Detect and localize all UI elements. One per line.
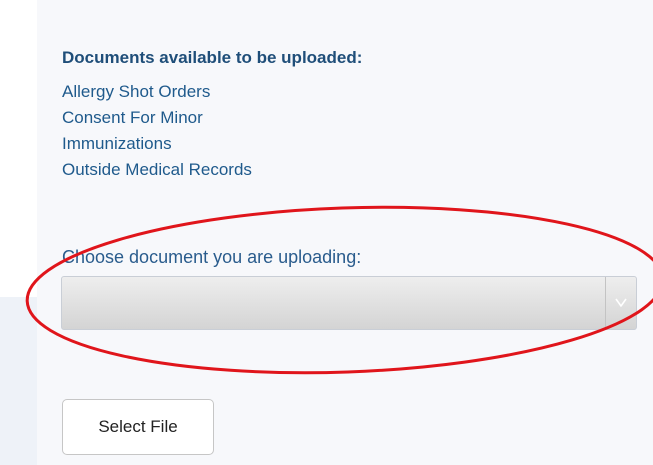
chevron-down-icon bbox=[615, 298, 627, 307]
document-item-outside-medical-records: Outside Medical Records bbox=[62, 160, 252, 179]
document-type-select[interactable] bbox=[61, 276, 637, 330]
upload-panel bbox=[37, 0, 653, 465]
document-item-allergy-shot-orders: Allergy Shot Orders bbox=[62, 82, 211, 101]
document-list: Allergy Shot Orders Consent For Minor Im… bbox=[62, 79, 252, 183]
select-file-button[interactable]: Select File bbox=[62, 399, 214, 455]
left-sidebar-strip bbox=[0, 297, 37, 465]
select-divider bbox=[605, 277, 606, 329]
document-item-immunizations: Immunizations bbox=[62, 134, 172, 153]
choose-document-label: Choose document you are uploading: bbox=[62, 247, 362, 267]
documents-available-heading: Documents available to be uploaded: bbox=[62, 48, 363, 67]
document-item-consent-for-minor: Consent For Minor bbox=[62, 108, 203, 127]
